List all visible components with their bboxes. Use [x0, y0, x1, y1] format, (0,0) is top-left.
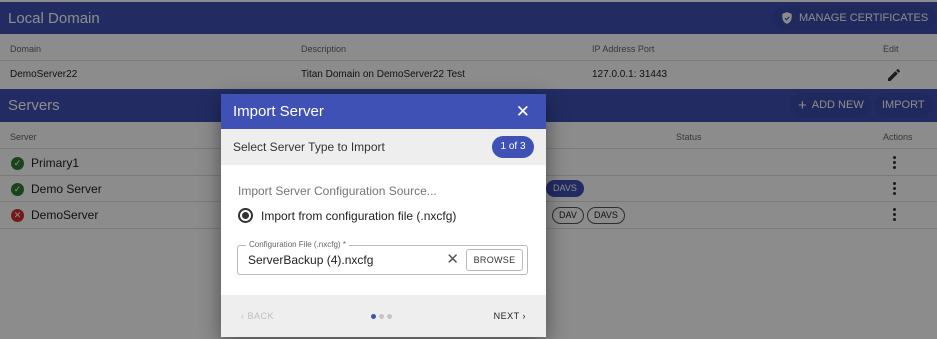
- configuration-file-field[interactable]: Configuration File (.nxcfg) * ServerBack…: [237, 240, 528, 275]
- chevron-left-icon: ‹: [241, 311, 245, 321]
- configuration-file-label: Configuration File (.nxcfg) *: [246, 240, 349, 249]
- step-dot: [371, 314, 376, 319]
- step-dots: [371, 314, 392, 319]
- next-label: NEXT: [493, 311, 520, 321]
- back-button[interactable]: ‹ BACK: [241, 311, 274, 321]
- back-label: BACK: [247, 311, 275, 321]
- import-file-radio[interactable]: [238, 208, 253, 223]
- step-dot: [387, 314, 392, 319]
- dialog-title: Import Server: [233, 103, 324, 120]
- dialog-body: Import Server Configuration Source... Im…: [221, 165, 546, 291]
- import-file-radio-label[interactable]: Import from configuration file (.nxcfg): [261, 209, 456, 223]
- configuration-file-value[interactable]: ServerBackup (4).nxcfg: [248, 253, 373, 267]
- browse-button[interactable]: BROWSE: [466, 249, 523, 271]
- dialog-subtitle: Select Server Type to Import: [233, 140, 385, 154]
- chevron-right-icon: ›: [522, 311, 526, 321]
- step-badge: 1 of 3: [492, 136, 534, 158]
- clear-icon[interactable]: ✕: [446, 251, 459, 268]
- step-dot: [379, 314, 384, 319]
- close-icon[interactable]: ✕: [516, 103, 530, 120]
- dialog-footer: ‹ BACK NEXT ›: [221, 295, 546, 337]
- source-label: Import Server Configuration Source...: [238, 184, 437, 198]
- next-button[interactable]: NEXT ›: [494, 311, 526, 321]
- dialog-subheader: Select Server Type to Import 1 of 3: [221, 129, 546, 165]
- dialog-header: Import Server ✕: [221, 94, 546, 129]
- import-server-dialog: Import Server ✕ Select Server Type to Im…: [221, 94, 546, 337]
